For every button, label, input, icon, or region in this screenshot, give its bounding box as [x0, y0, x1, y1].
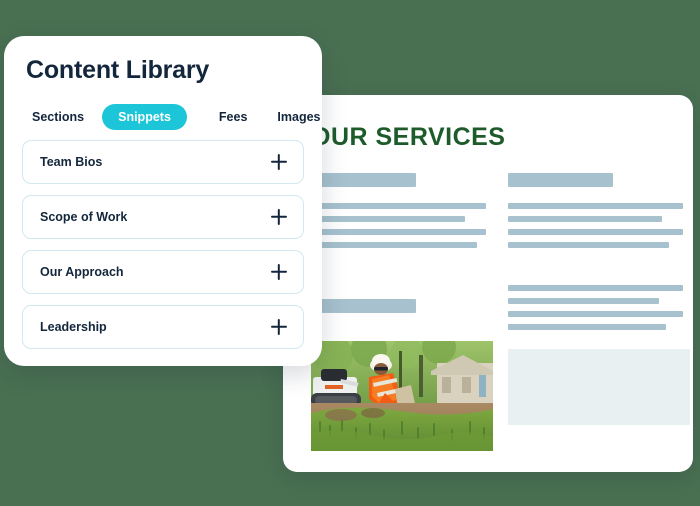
placeholder-text-line	[311, 229, 486, 235]
list-item-label: Leadership	[40, 320, 107, 334]
document-content: OUR SERVICES	[283, 95, 693, 472]
placeholder-text-line	[508, 311, 683, 317]
screenshot-stage: OUR SERVICES Content Library Sections Sn…	[0, 0, 700, 506]
list-item-label: Team Bios	[40, 155, 103, 169]
content-library-card: Content Library Sections Snippets Fees I…	[4, 36, 322, 366]
placeholder-text-line	[508, 216, 662, 222]
tab-sections[interactable]: Sections	[24, 104, 92, 130]
placeholder-text-line	[508, 229, 683, 235]
list-item[interactable]: Leadership	[22, 305, 304, 349]
list-item[interactable]: Our Approach	[22, 250, 304, 294]
plus-icon[interactable]	[271, 209, 287, 225]
landscaping-worker-photo	[311, 341, 493, 451]
list-item-label: Our Approach	[40, 265, 124, 279]
snippet-list: Team Bios Scope of Work Our Approach Lea…	[22, 140, 304, 360]
placeholder-text-line	[311, 216, 465, 222]
placeholder-text-line	[508, 203, 683, 209]
placeholder-heading-block	[311, 299, 416, 313]
list-item[interactable]: Team Bios	[22, 140, 304, 184]
placeholder-text-line	[311, 203, 486, 209]
tab-bar: Sections Snippets Fees Images	[24, 104, 329, 130]
list-item-label: Scope of Work	[40, 210, 128, 224]
document-columns	[311, 173, 690, 472]
placeholder-text-line	[508, 324, 666, 330]
placeholder-text-line	[311, 242, 478, 248]
placeholder-image-box	[508, 349, 690, 425]
plus-icon[interactable]	[271, 319, 287, 335]
plus-icon[interactable]	[271, 154, 287, 170]
tab-snippets[interactable]: Snippets	[102, 104, 187, 130]
placeholder-text-line	[508, 242, 669, 248]
tab-fees[interactable]: Fees	[211, 104, 256, 130]
document-left-column	[311, 173, 493, 472]
placeholder-heading-block	[508, 173, 613, 187]
document-preview-panel[interactable]: OUR SERVICES	[283, 95, 693, 472]
list-item[interactable]: Scope of Work	[22, 195, 304, 239]
page-title: Content Library	[26, 56, 210, 84]
placeholder-text-line	[508, 298, 659, 304]
placeholder-text-line	[508, 285, 683, 291]
plus-icon[interactable]	[271, 264, 287, 280]
placeholder-heading-block	[311, 173, 416, 187]
tab-images[interactable]: Images	[269, 104, 328, 130]
document-heading: OUR SERVICES	[311, 123, 506, 151]
document-right-column	[508, 173, 690, 472]
